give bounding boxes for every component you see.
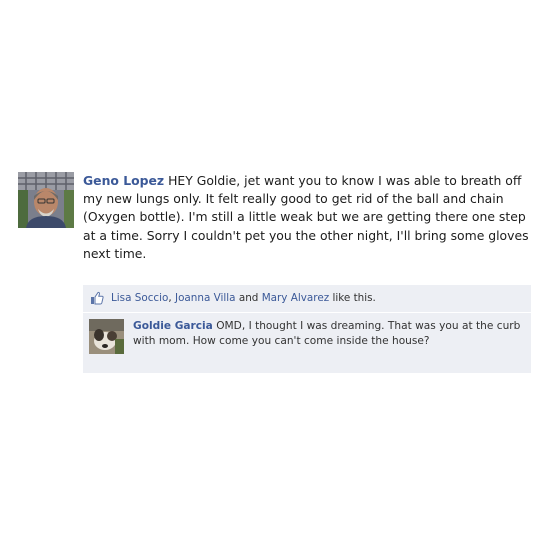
post-author-avatar[interactable] [18,172,74,228]
like-user-link[interactable]: Mary Alvarez [262,292,329,304]
thumbs-up-icon [91,291,104,305]
avatar-photo [18,172,74,228]
comment: Goldie Garcia OMD, I thought I was dream… [83,313,531,373]
like-user-link[interactable]: Joanna Villa [175,292,236,304]
avatar-photo [89,319,124,354]
likes-row: Lisa Soccio, Joanna Villa and Mary Alvar… [83,285,531,313]
post-author-link[interactable]: Geno Lopez [83,173,164,188]
likes-suffix: like this. [329,292,376,304]
feedback-box: Lisa Soccio, Joanna Villa and Mary Alvar… [83,285,531,373]
post-message: Geno Lopez HEY Goldie, jet want you to k… [83,172,530,263]
comment-body: Goldie Garcia OMD, I thought I was dream… [133,319,521,348]
comment-author-avatar[interactable] [89,319,124,354]
likes-separator: and [235,292,262,304]
likes-text: Lisa Soccio, Joanna Villa and Mary Alvar… [111,292,376,305]
likes-separator: , [168,292,175,304]
comment-author-link[interactable]: Goldie Garcia [133,320,213,332]
like-user-link[interactable]: Lisa Soccio [111,292,168,304]
post-body: Geno Lopez HEY Goldie, jet want you to k… [83,172,530,263]
